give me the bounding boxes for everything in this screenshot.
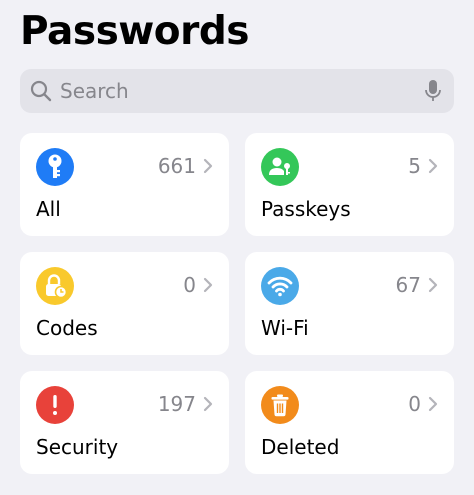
category-wifi[interactable]: 67 Wi-Fi bbox=[245, 252, 454, 355]
search-icon bbox=[30, 80, 52, 102]
deleted-count: 0 bbox=[408, 392, 421, 416]
deleted-badge bbox=[261, 386, 299, 424]
category-security[interactable]: 197 Security bbox=[20, 371, 229, 474]
chevron-right-icon bbox=[428, 396, 438, 412]
microphone-icon[interactable] bbox=[424, 79, 442, 103]
chevron-right-icon bbox=[203, 277, 213, 293]
all-label: All bbox=[36, 197, 61, 221]
all-count: 661 bbox=[157, 154, 196, 178]
chevron-right-icon bbox=[428, 158, 438, 174]
security-badge bbox=[36, 386, 74, 424]
chevron-right-icon bbox=[428, 277, 438, 293]
passkeys-label: Passkeys bbox=[261, 197, 351, 221]
exclamation-icon bbox=[53, 395, 57, 415]
category-deleted[interactable]: 0 Deleted bbox=[245, 371, 454, 474]
security-count: 197 bbox=[157, 392, 196, 416]
codes-badge bbox=[36, 267, 74, 305]
passkeys-badge bbox=[261, 148, 299, 186]
wifi-count: 67 bbox=[395, 273, 421, 297]
page-title: Passwords bbox=[20, 9, 249, 54]
search-input[interactable] bbox=[60, 69, 420, 113]
deleted-label: Deleted bbox=[261, 435, 340, 459]
passkey-icon bbox=[269, 157, 290, 175]
key-icon bbox=[48, 154, 62, 178]
trash-icon bbox=[271, 394, 289, 417]
wifi-label: Wi-Fi bbox=[261, 316, 309, 340]
passkeys-count: 5 bbox=[408, 154, 421, 178]
category-passkeys[interactable]: 5 Passkeys bbox=[245, 133, 454, 236]
passwords-screen: Passwords 661 All bbox=[0, 0, 474, 495]
category-codes[interactable]: 0 Codes bbox=[20, 252, 229, 355]
codes-count: 0 bbox=[183, 273, 196, 297]
codes-label: Codes bbox=[36, 316, 98, 340]
category-all[interactable]: 661 All bbox=[20, 133, 229, 236]
all-badge bbox=[36, 148, 74, 186]
search-bar[interactable] bbox=[20, 69, 454, 113]
wifi-icon bbox=[267, 276, 293, 297]
code-lock-icon bbox=[46, 274, 68, 299]
chevron-right-icon bbox=[203, 158, 213, 174]
wifi-badge bbox=[261, 267, 299, 305]
security-label: Security bbox=[36, 435, 119, 459]
chevron-right-icon bbox=[203, 396, 213, 412]
